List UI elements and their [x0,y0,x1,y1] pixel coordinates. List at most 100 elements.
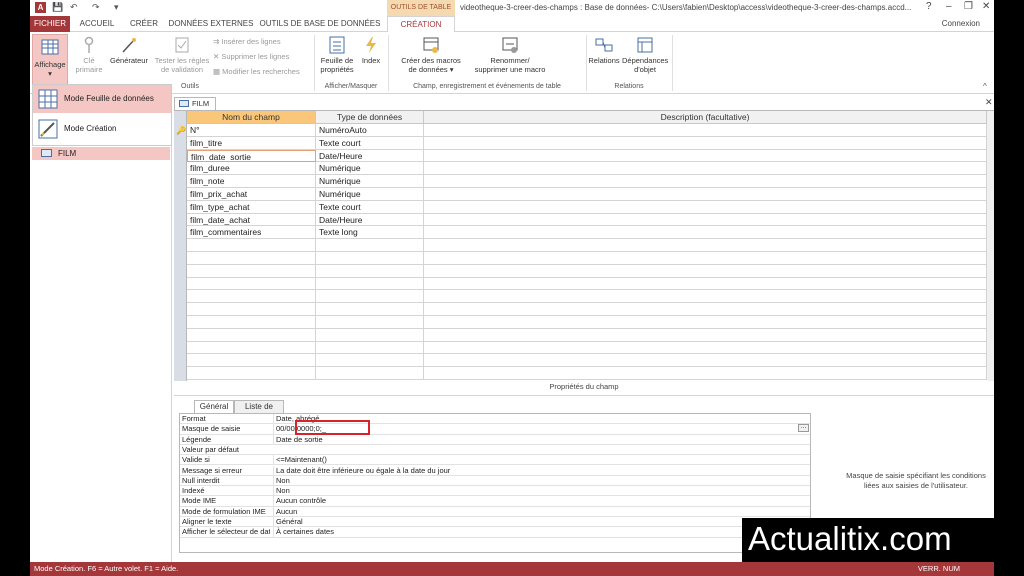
field-name-cell[interactable]: film_date_achat [187,213,316,227]
table-row[interactable] [187,354,987,368]
data-type-cell[interactable]: Texte court [316,200,424,214]
description-cell[interactable] [424,341,987,355]
dependances-button[interactable]: Dépendances d'objet [622,36,668,74]
field-name-cell[interactable] [187,264,316,278]
column-header-type-de-donnees[interactable]: Type de données [316,111,424,124]
column-header-nom-du-champ[interactable]: Nom du champ [187,111,316,124]
data-type-cell[interactable] [316,290,424,304]
description-cell[interactable] [424,200,987,214]
table-row[interactable] [187,328,987,342]
field-name-cell[interactable] [187,303,316,316]
field-name-cell[interactable]: film_titre [187,136,316,150]
modifier-recherches-button[interactable]: ▦ Modifier les recherches [213,67,300,76]
builder-button[interactable]: … [798,424,809,432]
close-document-icon[interactable]: ✕ [985,97,993,108]
description-cell[interactable] [424,162,987,176]
relations-button[interactable]: Relations [588,36,620,65]
property-row[interactable]: Afficher le sélecteur de date À certaines… [180,527,810,538]
redo-icon[interactable]: ↷ [92,2,100,13]
data-type-cell[interactable] [316,264,424,278]
table-row[interactable] [187,264,987,278]
field-name-cell[interactable] [187,290,316,304]
property-row[interactable]: Masque de saisie 00/00/0000;0;_ [180,424,810,435]
table-row[interactable] [187,277,987,291]
field-name-cell[interactable]: film_prix_achat [187,188,316,201]
collapse-ribbon-icon[interactable]: ^ [983,82,987,91]
table-row[interactable]: film_date_sortie Date/Heure [187,149,987,163]
inserer-lignes-button[interactable]: ⇉ Insérer des lignes [213,37,281,46]
generateur-button[interactable]: Générateur [108,36,150,65]
property-value[interactable]: À certaines dates [273,527,808,538]
property-row[interactable]: Mode IME Aucun contrôle [180,496,810,507]
data-type-cell[interactable]: Texte long [316,226,424,240]
undo-icon[interactable]: ↶ [70,2,78,13]
tab-creation[interactable]: CRÉATION [387,16,455,33]
table-row[interactable]: film_prix_achat Numérique [187,188,987,201]
creer-macros-button[interactable]: Créer des macros de données ▾ [396,36,466,74]
field-name-cell[interactable] [187,252,316,265]
description-cell[interactable] [424,316,987,329]
table-row[interactable]: film_titre Texte court [187,136,987,150]
tab-general[interactable]: Général [194,400,234,413]
data-type-cell[interactable]: Numérique [316,162,424,176]
description-cell[interactable] [424,188,987,201]
field-name-cell[interactable] [187,328,316,342]
restore-button[interactable]: ❐ [964,1,973,12]
minimize-button[interactable]: – [946,1,952,12]
feuille-proprietes-button[interactable]: Feuille de propriétés [318,36,356,74]
tab-donnees-externes[interactable]: DONNÉES EXTERNES [168,16,254,32]
property-row[interactable]: Message si erreur La date doit être infér… [180,465,810,476]
property-row[interactable]: Indexé Non [180,486,810,497]
affichage-button[interactable]: Affichage ▾ [32,34,68,90]
description-cell[interactable] [424,290,987,304]
data-type-cell[interactable]: Numérique [316,175,424,188]
table-row[interactable] [187,290,987,304]
menu-item-mode-feuille-de-donnees[interactable]: Mode Feuille de données [33,85,171,113]
property-value[interactable]: Non [273,486,808,497]
tab-outils-base-de-donnees[interactable]: OUTILS DE BASE DE DONNÉES [258,16,382,32]
table-row[interactable]: film_date_achat Date/Heure [187,213,987,227]
property-row[interactable]: Aligner le texte Général [180,517,810,528]
data-type-cell[interactable] [316,303,424,316]
save-icon[interactable]: 💾 [52,2,63,13]
property-row[interactable]: Valeur par défaut [180,445,810,456]
nav-item-film[interactable]: FILM [32,147,170,160]
field-name-cell[interactable]: N° [187,124,316,137]
description-cell[interactable] [424,264,987,278]
data-type-cell[interactable]: Date/Heure [316,213,424,227]
document-tab-film[interactable]: FILM [174,97,216,110]
table-row[interactable]: film_note Numérique [187,175,987,188]
property-value[interactable]: Non [273,475,808,487]
tester-regles-button[interactable]: Tester les règles de validation [152,36,212,74]
description-cell[interactable] [424,124,987,137]
property-row[interactable]: Null interdit Non [180,475,810,487]
table-row[interactable] [187,367,987,380]
customize-quick-access-icon[interactable]: ▾ [114,2,119,13]
property-value[interactable]: Aucun contrôle [273,496,808,507]
description-cell[interactable] [424,367,987,380]
tab-accueil[interactable]: ACCUEIL [74,16,120,32]
table-row[interactable] [187,252,987,265]
field-name-cell[interactable]: film_commentaires [187,226,316,240]
data-type-cell[interactable] [316,316,424,329]
table-row[interactable]: film_type_achat Texte court [187,200,987,214]
tab-liste-de-choix[interactable]: Liste de choix [234,400,284,423]
property-value[interactable]: <=Maintenant() [273,455,808,466]
description-cell[interactable] [424,328,987,342]
access-app-icon[interactable]: A [35,2,46,13]
property-row[interactable]: Légende Date de sortie [180,434,810,445]
table-row[interactable] [187,239,987,252]
description-cell[interactable] [424,252,987,265]
field-name-cell[interactable]: film_date_sortie [187,149,316,163]
table-row[interactable]: film_commentaires Texte long [187,226,987,240]
data-type-cell[interactable] [316,277,424,291]
property-value[interactable]: La date doit être inférieure ou égale à … [273,465,808,476]
property-row[interactable]: Format Date, abrégé [180,414,810,425]
description-cell[interactable] [424,354,987,368]
field-name-cell[interactable] [187,239,316,252]
property-value[interactable]: Date de sortie [273,434,808,445]
field-name-cell[interactable]: film_duree [187,162,316,176]
table-row[interactable] [187,316,987,329]
data-type-cell[interactable]: NuméroAuto [316,124,424,137]
supprimer-lignes-button[interactable]: ✕ Supprimer les lignes [213,52,289,61]
